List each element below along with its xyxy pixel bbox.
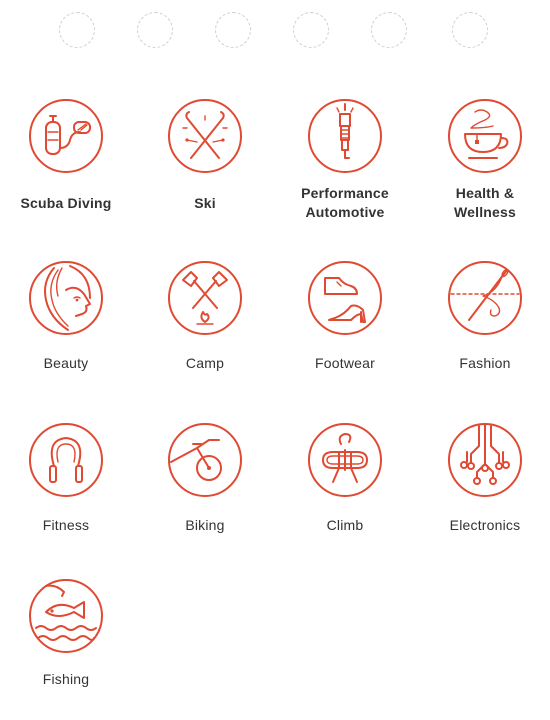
fish-icon	[28, 578, 104, 654]
spark-plug-icon	[307, 98, 383, 174]
category-label: Fashion	[459, 355, 511, 371]
category-health-wellness[interactable]: Health & Wellness	[420, 98, 550, 220]
category-fashion[interactable]: Fashion	[420, 260, 550, 371]
placeholder-circle-2	[137, 12, 173, 48]
skis-icon	[167, 98, 243, 174]
category-label: Camp	[185, 355, 225, 371]
category-performance-automotive[interactable]: Performance Automotive	[280, 98, 410, 220]
bicycle-icon	[167, 422, 243, 498]
needle-thread-icon	[447, 260, 523, 336]
climbing-rope-icon	[307, 422, 383, 498]
placeholder-circle-6	[452, 12, 488, 48]
category-fitness[interactable]: Fitness	[1, 422, 131, 533]
category-label: Ski	[194, 195, 216, 211]
category-label: Footwear	[315, 355, 375, 371]
category-fishing[interactable]: Fishing	[1, 578, 131, 687]
placeholder-circle-3	[215, 12, 251, 48]
category-label: Scuba Diving	[20, 195, 112, 211]
scuba-tank-icon	[28, 98, 104, 174]
category-electronics[interactable]: Electronics	[420, 422, 550, 533]
placeholder-circle-1	[59, 12, 95, 48]
category-label: Beauty	[43, 355, 89, 371]
jump-rope-icon	[28, 422, 104, 498]
circuit-icon	[447, 422, 523, 498]
category-ski[interactable]: Ski	[140, 98, 270, 211]
category-label: Fishing	[42, 671, 90, 687]
placeholder-circle-5	[371, 12, 407, 48]
category-label: Biking	[185, 517, 225, 533]
axes-campfire-icon	[167, 260, 243, 336]
category-biking[interactable]: Biking	[140, 422, 270, 533]
category-label: Health & Wellness	[453, 185, 517, 220]
category-beauty[interactable]: Beauty	[1, 260, 131, 371]
shoes-icon	[307, 260, 383, 336]
woman-face-icon	[28, 260, 104, 336]
placeholder-circle-4	[293, 12, 329, 48]
category-label: Electronics	[449, 517, 521, 533]
category-scuba-diving[interactable]: Scuba Diving	[1, 98, 131, 211]
category-footwear[interactable]: Footwear	[280, 260, 410, 371]
tea-cup-icon	[447, 98, 523, 174]
category-camp[interactable]: Camp	[140, 260, 270, 371]
category-label: Climb	[326, 517, 364, 533]
category-label: Performance Automotive	[301, 185, 389, 220]
category-climb[interactable]: Climb	[280, 422, 410, 533]
category-label: Fitness	[42, 517, 90, 533]
